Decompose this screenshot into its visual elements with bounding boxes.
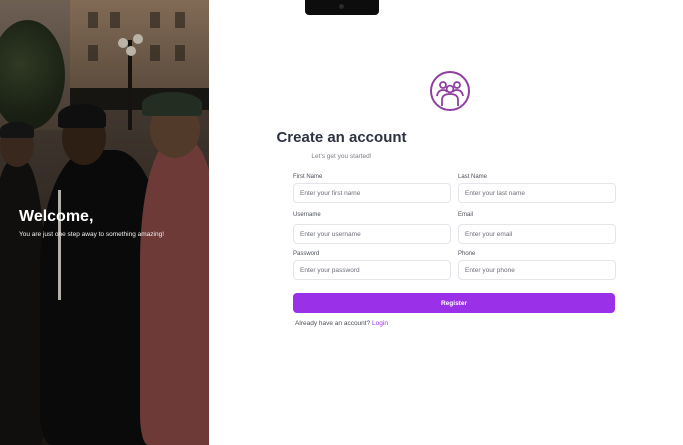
username-input[interactable] [293,224,451,244]
page-title: Create an account [276,129,407,146]
login-prompt-line: Already have an account? Login [0,320,683,327]
camera-notch [305,0,379,15]
login-link[interactable]: Login [372,320,388,327]
phone-label: Phone [458,251,476,257]
welcome-subtitle: You are just one step away to something … [19,231,165,238]
email-label: Email [458,212,474,218]
login-prompt-text: Already have an account? [295,320,371,327]
register-button[interactable]: Register [293,293,615,313]
hero-photo: Welcome, You are just one step away to s… [0,0,209,445]
page-subtitle: Let's get you started! [311,153,372,160]
first-name-label: First Name [293,174,323,180]
camera-dot [339,4,344,9]
group-users-icon [429,70,471,117]
phone-input[interactable] [458,260,616,280]
username-label: Username [293,212,321,218]
welcome-title: Welcome, [19,208,94,225]
register-panel [209,0,683,445]
last-name-input[interactable] [458,183,616,203]
password-input[interactable] [293,260,451,280]
first-name-input[interactable] [293,183,451,203]
last-name-label: Last Name [458,174,488,180]
password-label: Password [293,251,320,257]
email-input[interactable] [458,224,616,244]
app-window: Welcome, You are just one step away to s… [0,0,683,445]
